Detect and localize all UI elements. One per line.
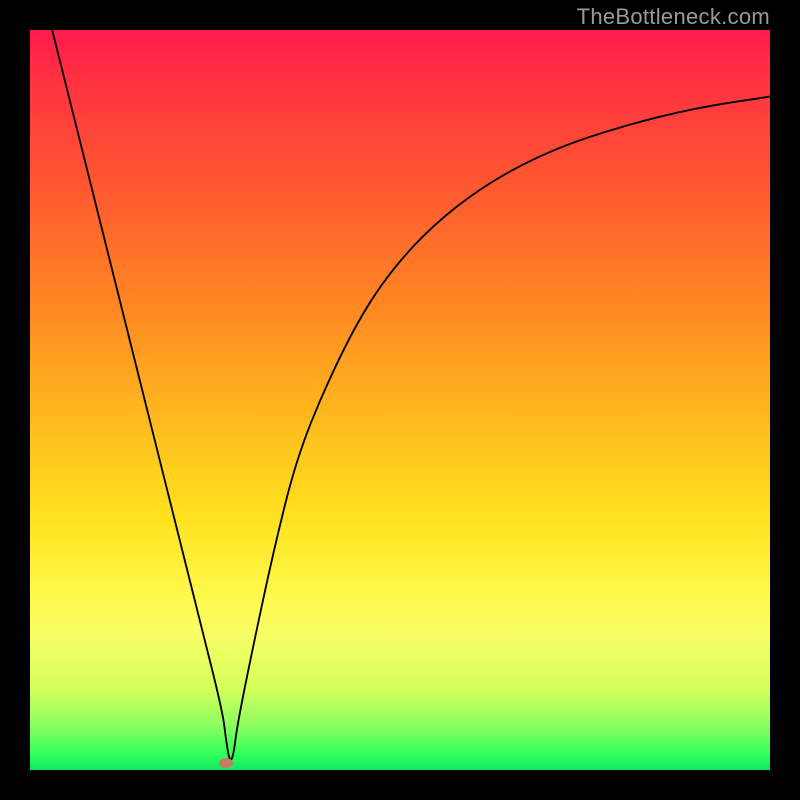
watermark-text: TheBottleneck.com bbox=[577, 4, 770, 30]
chart-frame: TheBottleneck.com bbox=[0, 0, 800, 800]
minimum-marker bbox=[219, 758, 233, 768]
plot-area bbox=[30, 30, 770, 770]
